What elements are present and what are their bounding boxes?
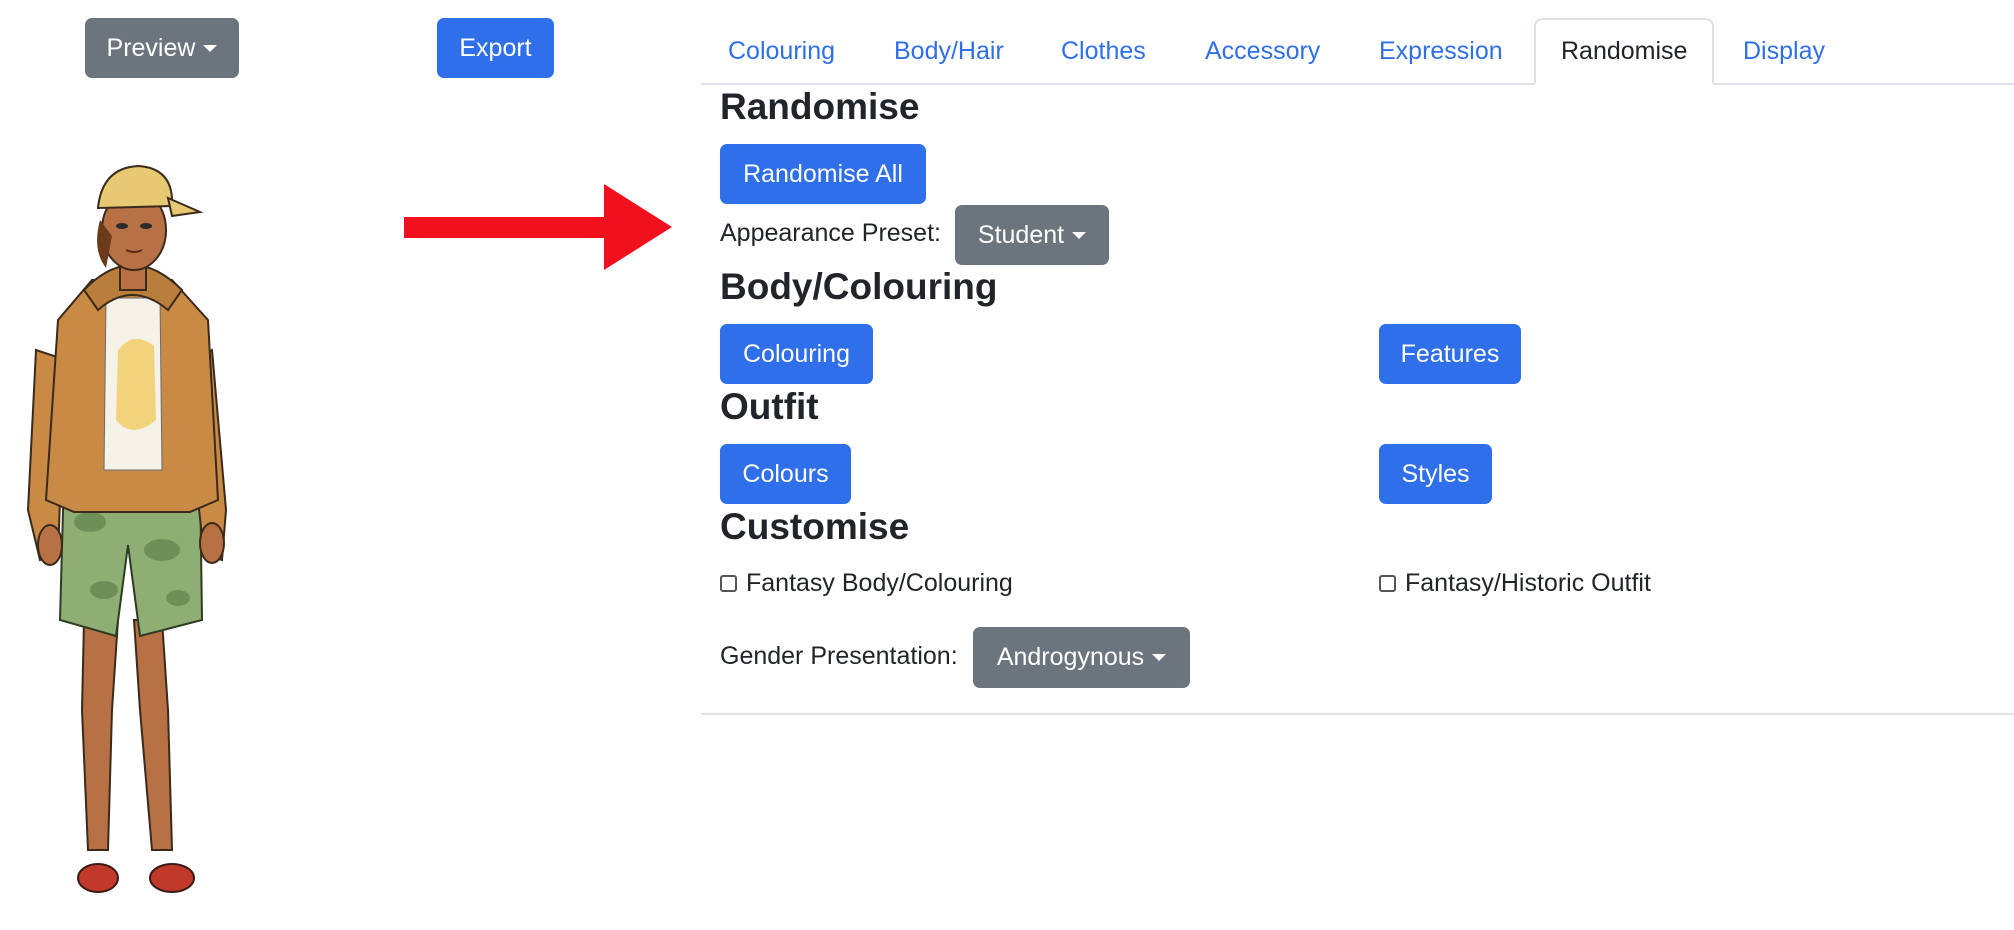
fantasy-historic-outfit-option: Fantasy/Historic Outfit	[1379, 568, 1651, 598]
customise-heading: Customise	[720, 506, 910, 547]
randomise-colours-button[interactable]: Colours	[720, 444, 851, 504]
fantasy-body-colouring-checkbox[interactable]	[720, 574, 737, 592]
export-button[interactable]: Export	[437, 18, 554, 78]
fantasy-body-colouring-option: Fantasy Body/Colouring	[720, 568, 1013, 598]
gender-presentation-label: Gender Presentation:	[720, 642, 958, 670]
panel-bottom-divider	[701, 713, 2014, 715]
tab-expression[interactable]: Expression	[1379, 18, 1503, 85]
randomise-all-button[interactable]: Randomise All	[720, 144, 926, 204]
fantasy-historic-outfit-checkbox[interactable]	[1379, 574, 1396, 592]
tab-accessory[interactable]: Accessory	[1205, 18, 1320, 85]
gender-presentation-dropdown[interactable]: Androgynous	[973, 627, 1190, 688]
outfit-heading: Outfit	[720, 386, 819, 427]
fantasy-body-colouring-label: Fantasy Body/Colouring	[746, 568, 1013, 597]
red-arrow-annotation	[404, 184, 672, 270]
tab-colouring[interactable]: Colouring	[728, 18, 835, 85]
caret-down-icon	[203, 44, 218, 52]
character-preview-image	[26, 164, 228, 893]
appearance-preset-label: Appearance Preset:	[720, 219, 941, 247]
gender-presentation-value: Androgynous	[996, 643, 1145, 671]
randomise-colouring-button[interactable]: Colouring	[720, 324, 873, 384]
tab-body-hair[interactable]: Body/Hair	[894, 18, 1004, 85]
tab-display[interactable]: Display	[1743, 18, 1825, 85]
randomise-features-button[interactable]: Features	[1379, 324, 1521, 384]
appearance-preset-dropdown[interactable]: Student	[955, 205, 1109, 265]
preview-dropdown-button[interactable]: Preview	[85, 18, 239, 78]
caret-down-icon	[1152, 654, 1167, 661]
tab-clothes[interactable]: Clothes	[1061, 18, 1146, 85]
randomise-heading: Randomise	[720, 86, 920, 127]
fantasy-historic-outfit-label: Fantasy/Historic Outfit	[1405, 568, 1651, 597]
preview-button-label: Preview	[106, 33, 196, 62]
tab-bar: Colouring Body/Hair Clothes Accessory Ex…	[701, 18, 2014, 85]
body-colouring-heading: Body/Colouring	[720, 266, 998, 307]
caret-down-icon	[1072, 231, 1087, 239]
randomise-styles-button[interactable]: Styles	[1379, 444, 1492, 504]
appearance-preset-value: Student	[977, 220, 1065, 249]
tab-randomise[interactable]: Randomise	[1534, 18, 1715, 85]
